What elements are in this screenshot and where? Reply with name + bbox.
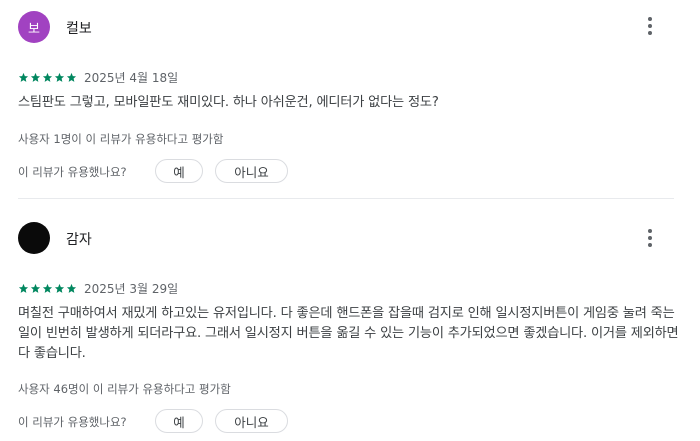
more-vert-icon-dot [648,243,652,247]
helpful-no-button[interactable]: 아니요 [215,159,288,183]
star-icon [30,72,41,82]
review-text: 며칠전 구매하여서 재밌게 하고있는 유저입니다. 다 좋은데 핸드폰을 잡을때… [18,306,679,361]
review-author: 감자 [66,232,92,248]
star-icon [54,283,65,293]
star-icon [18,72,29,82]
review-card: 감자 2025년 3월 29일 며칠전 구매하여서 재밌게 하고있는 유저입니다… [0,210,700,441]
divider [18,198,674,199]
star-icon [42,72,53,82]
helpful-question: 이 리뷰가 유용했나요? [18,165,127,179]
more-options-button[interactable] [638,14,662,38]
star-rating [18,283,77,294]
review-author: 컬보 [66,21,92,37]
review-text: 스팀판도 그렇고, 모바일판도 재미있다. 하나 아쉬운건, 에디터가 없다는 … [18,95,439,110]
star-icon [42,283,53,293]
more-vert-icon-dot [648,236,652,240]
more-vert-icon-dot [648,24,652,28]
helpful-yes-button[interactable]: 예 [155,159,203,183]
helpful-no-button[interactable]: 아니요 [215,409,288,433]
star-icon [30,283,41,293]
review-card: 보 컬보 2025년 4월 18일 스팀판도 그렇고, 모바일판도 재미있다. … [0,0,700,198]
star-icon [66,283,77,293]
review-date: 2025년 3월 29일 [84,282,179,296]
helpful-count: 사용자 1명이 이 리뷰가 유용하다고 평가함 [18,132,224,146]
avatar: 보 [18,11,50,43]
more-vert-icon [648,17,652,21]
more-vert-icon-dot [648,31,652,35]
avatar [18,222,50,254]
review-date: 2025년 4월 18일 [84,71,179,85]
helpful-question: 이 리뷰가 유용했나요? [18,415,127,429]
more-options-button[interactable] [638,226,662,250]
rating-row: 2025년 3월 29일 [18,280,178,297]
star-rating [18,72,77,83]
helpful-yes-button[interactable]: 예 [155,409,203,433]
helpful-count: 사용자 46명이 이 리뷰가 유용하다고 평가함 [18,382,231,396]
more-vert-icon [648,229,652,233]
star-icon [18,283,29,293]
rating-row: 2025년 4월 18일 [18,69,178,86]
star-icon [54,72,65,82]
star-icon [66,72,77,82]
